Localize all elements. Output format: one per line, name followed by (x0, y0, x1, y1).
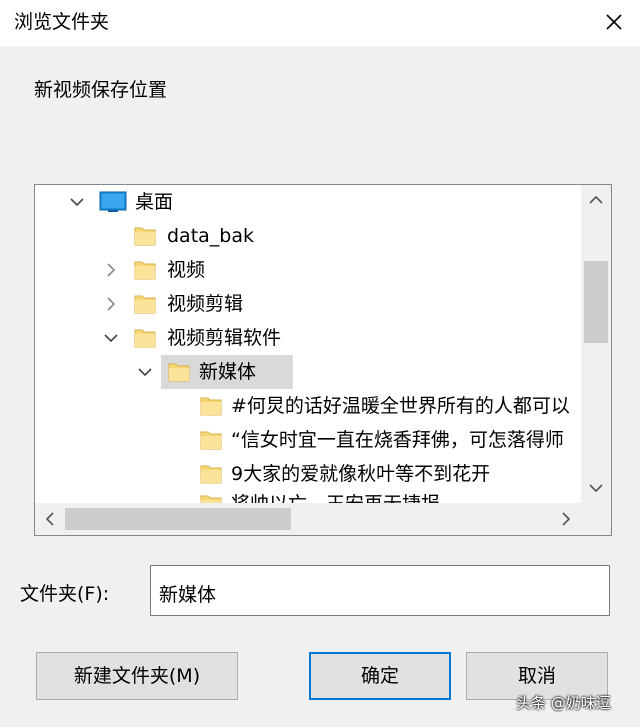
tree-node-label: 新媒体 (199, 361, 257, 383)
tree-node-label: data_bak (167, 225, 255, 247)
folder-field-label: 文件夹(F): (20, 583, 110, 605)
tree-node-new-media[interactable]: 新媒体 (35, 355, 581, 389)
folder-icon (133, 326, 157, 354)
folder-icon (199, 428, 223, 456)
tree-node-label: 桌面 (135, 191, 174, 213)
expand-icon[interactable] (137, 364, 153, 380)
folder-icon (133, 258, 157, 286)
horizontal-scroll-thumb[interactable] (65, 508, 291, 530)
vertical-scroll-thumb[interactable] (584, 261, 608, 343)
desktop-icon (99, 190, 127, 218)
tree-node-label: 视频剪辑 (167, 293, 244, 315)
new-folder-button[interactable]: 新建文件夹(M) (36, 652, 238, 700)
folder-tree[interactable]: 桌面 data_bak 视频 视频剪辑 视频剪辑软件 新媒体 #何炅的话好温暖全… (34, 184, 612, 536)
close-button[interactable] (596, 6, 632, 38)
tree-node-video-editing-software[interactable]: 视频剪辑软件 (35, 321, 581, 355)
tree-node-subfolder[interactable]: 将帅以亡，王安再无捷报 (35, 487, 581, 503)
scroll-down-button[interactable] (581, 473, 611, 503)
scroll-left-button[interactable] (35, 503, 65, 535)
tree-node-data-bak[interactable]: data_bak (35, 219, 581, 253)
ok-button[interactable]: 确定 (309, 652, 451, 700)
chevron-right-icon (562, 512, 571, 526)
folder-icon (133, 224, 157, 252)
tree-node-video[interactable]: 视频 (35, 253, 581, 287)
watermark: 头条 @奶味逗 (516, 694, 611, 712)
expand-icon[interactable] (103, 330, 119, 346)
tree-node-label: 将帅以亡，王安再无捷报 (231, 491, 440, 503)
collapse-icon[interactable] (103, 262, 119, 278)
folder-icon (199, 394, 223, 422)
folder-icon (167, 360, 191, 388)
tree-node-label: “信女时宜一直在烧香拜佛，可怎落得师 (231, 429, 564, 451)
tree-node-subfolder[interactable]: #何炅的话好温暖全世界所有的人都可以 (35, 389, 581, 423)
horizontal-scrollbar[interactable] (35, 503, 581, 535)
scroll-right-button[interactable] (551, 503, 581, 535)
tree-node-label: 视频 (167, 259, 206, 281)
tree-node-video-editing[interactable]: 视频剪辑 (35, 287, 581, 321)
window-title: 浏览文件夹 (14, 11, 110, 33)
tree-viewport: 桌面 data_bak 视频 视频剪辑 视频剪辑软件 新媒体 #何炅的话好温暖全… (35, 185, 581, 503)
dialog-prompt: 新视频保存位置 (34, 79, 168, 101)
chevron-down-icon (589, 484, 603, 493)
tree-node-desktop[interactable]: 桌面 (35, 185, 581, 219)
vertical-scrollbar[interactable] (581, 185, 611, 503)
collapse-icon[interactable] (103, 296, 119, 312)
title-bar: 浏览文件夹 (0, 0, 640, 46)
scrollbar-corner (581, 503, 611, 535)
chevron-left-icon (45, 512, 54, 526)
folder-name-input[interactable] (150, 565, 610, 616)
tree-node-label: #何炅的话好温暖全世界所有的人都可以 (231, 395, 570, 417)
tree-node-subfolder[interactable]: “信女时宜一直在烧香拜佛，可怎落得师 (35, 423, 581, 457)
folder-icon (199, 492, 223, 503)
tree-node-label: 视频剪辑软件 (167, 327, 282, 349)
expand-icon[interactable] (69, 194, 85, 210)
tree-node-label: 9大家的爱就像秋叶等不到花开 (231, 463, 491, 485)
chevron-up-icon (589, 195, 603, 204)
folder-icon (199, 462, 223, 490)
close-icon (606, 14, 622, 30)
scroll-up-button[interactable] (581, 185, 611, 215)
folder-icon (133, 292, 157, 320)
tree-node-subfolder[interactable]: 9大家的爱就像秋叶等不到花开 (35, 457, 581, 491)
